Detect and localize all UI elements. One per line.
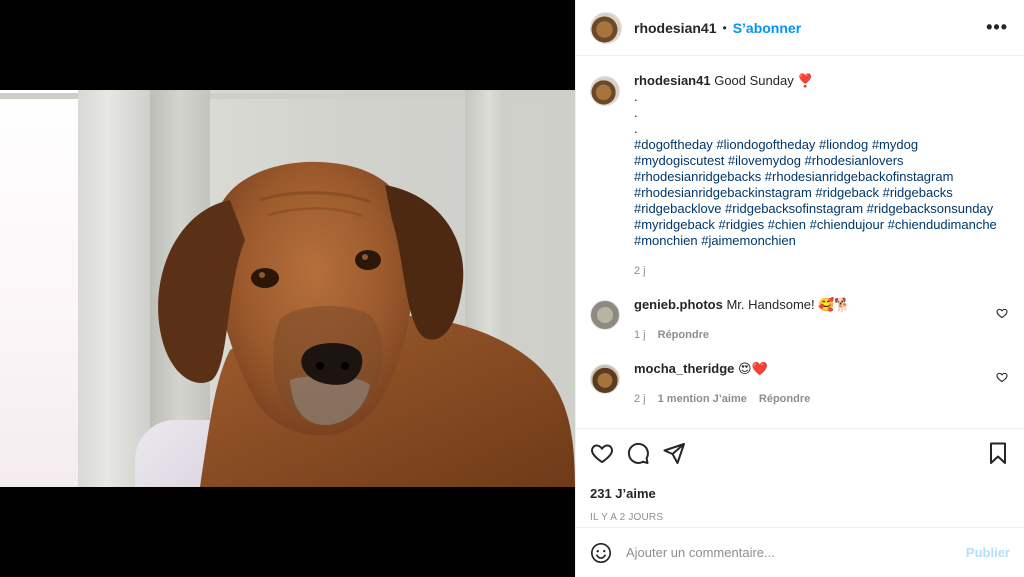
comment-username[interactable]: genieb.photos [634,297,723,312]
publish-button[interactable]: Publier [966,545,1010,560]
separator-dot: • [722,20,727,35]
caption-avatar[interactable] [590,76,620,106]
caption-username[interactable]: rhodesian41 [634,73,711,88]
share-icon[interactable] [662,441,686,465]
caption-dot-2: . [634,105,638,120]
reply-button[interactable]: Répondre [759,391,810,407]
follow-button[interactable]: S’abonner [733,20,801,36]
post-header: rhodesian41 • S’abonner ••• [576,0,1024,56]
comment-like-heart-icon[interactable] [996,307,1008,319]
author-username[interactable]: rhodesian41 [634,20,716,36]
post-actions: 231 J’aime IL Y A 2 JOURS [576,428,1024,523]
caption: rhodesian41 Good Sunday ❣️ . . . #dogoft… [590,73,1008,279]
instagram-post: rhodesian41 • S’abonner ••• rhodesian41 … [0,0,1024,577]
comment-item: mocha_theridge 😍❤️ 2 j 1 mention J’aime … [590,361,1008,407]
likes-count[interactable]: 231 J’aime [590,486,1010,501]
dog-illustration [158,161,575,487]
comment-time[interactable]: 2 j [634,391,646,407]
post-photo-dog[interactable] [0,90,575,487]
comments-list[interactable]: rhodesian41 Good Sunday ❣️ . . . #dogoft… [576,57,1024,428]
author-avatar[interactable] [590,11,622,44]
add-comment-bar: Publier [576,527,1024,577]
heart-icon[interactable] [590,441,614,465]
bookmark-icon[interactable] [986,441,1010,465]
comment-username[interactable]: mocha_theridge [634,361,734,376]
post-media[interactable] [0,0,575,577]
more-options-icon[interactable]: ••• [986,17,1008,38]
comment-likes-count[interactable]: 1 mention J’aime [658,391,747,407]
reply-button[interactable]: Répondre [658,327,709,343]
caption-text: Good Sunday ❣️ [714,73,814,88]
comment-time[interactable]: 1 j [634,327,646,343]
comment-text: Mr. Handsome! 🥰🐕 [726,297,851,312]
caption-dot-3: . [634,121,638,136]
emoji-icon[interactable] [590,542,612,564]
comment-icon[interactable] [626,441,650,465]
caption-hashtags[interactable]: #dogoftheday #liondogoftheday #liondog #… [634,137,1008,249]
comment-input[interactable] [626,545,966,560]
caption-time[interactable]: 2 j [634,263,646,279]
comment-text: 😍❤️ [738,361,768,376]
commenter-avatar[interactable] [590,364,620,394]
comment-like-heart-icon[interactable] [996,371,1008,383]
post-side-panel: rhodesian41 • S’abonner ••• rhodesian41 … [575,0,1024,577]
commenter-avatar[interactable] [590,300,620,330]
posted-time[interactable]: IL Y A 2 JOURS [590,512,1010,523]
comment-item: genieb.photos Mr. Handsome! 🥰🐕 1 j Répon… [590,297,1008,343]
caption-dot-1: . [634,89,638,104]
